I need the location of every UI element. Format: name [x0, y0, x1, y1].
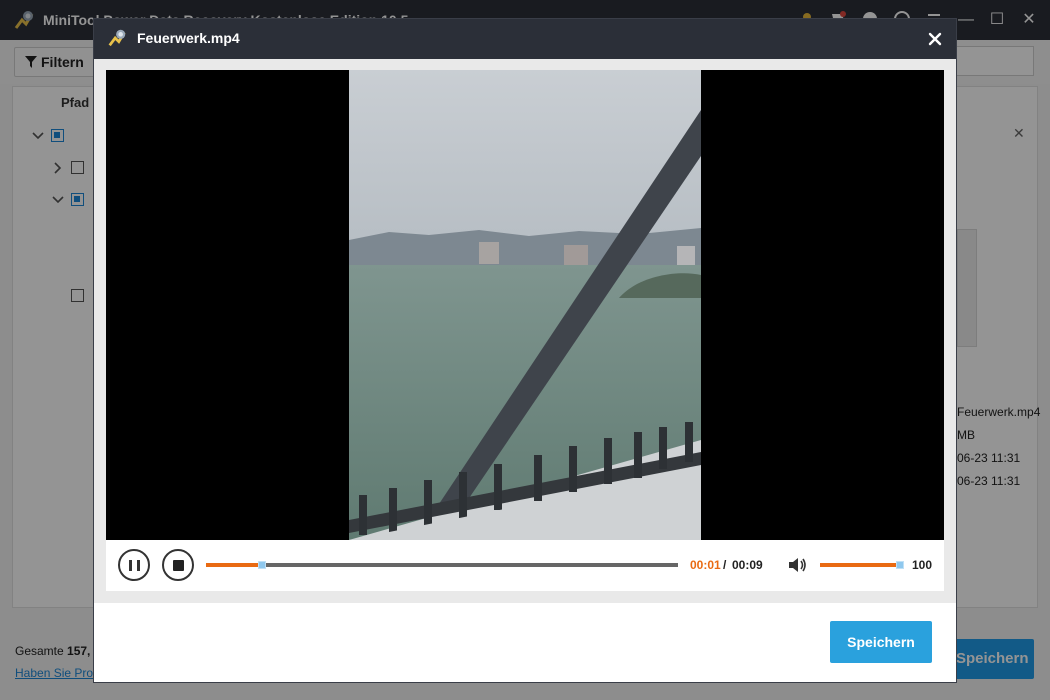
pause-button[interactable] — [118, 549, 150, 581]
save-button[interactable]: Speichern — [830, 621, 932, 663]
stop-icon — [173, 560, 184, 571]
close-icon[interactable] — [924, 28, 946, 50]
stop-button[interactable] — [162, 549, 194, 581]
dialog-header: Feuerwerk.mp4 — [94, 19, 956, 59]
time-separator: / — [723, 558, 727, 572]
speaker-icon[interactable] — [786, 554, 808, 576]
total-time: 00:09 — [732, 558, 763, 572]
volume-value: 100 — [912, 558, 933, 572]
video-viewport[interactable] — [106, 70, 944, 540]
seek-handle[interactable] — [258, 561, 267, 569]
preview-dialog: Feuerwerk.mp4 00:01 / 00:09 100 Speicher… — [93, 18, 957, 683]
volume-fill — [820, 563, 900, 567]
volume-slider[interactable] — [820, 561, 904, 569]
current-time: 00:01 — [690, 558, 721, 572]
video-player: 00:01 / 00:09 100 — [94, 59, 956, 603]
video-frame — [349, 70, 701, 540]
player-controls: 00:01 / 00:09 100 — [106, 540, 944, 591]
seek-bar[interactable] — [206, 561, 678, 569]
minitool-logo-icon — [108, 29, 126, 47]
volume-handle[interactable] — [896, 561, 904, 569]
seek-bar-fill — [206, 563, 263, 567]
dialog-title: Feuerwerk.mp4 — [137, 30, 240, 46]
